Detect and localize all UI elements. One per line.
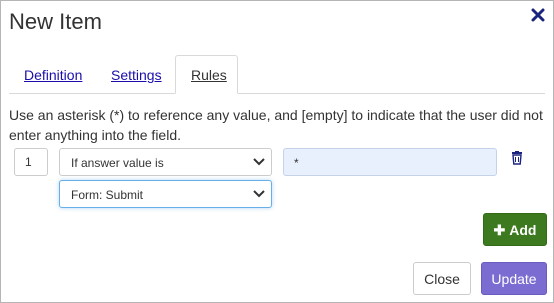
condition-select[interactable]: If answer value is <box>59 148 272 176</box>
rule-order-input[interactable]: 1 <box>14 148 48 176</box>
dialog-title: New Item <box>9 9 102 34</box>
tab-rules[interactable]: Rules <box>175 55 238 94</box>
trash-icon[interactable] <box>511 151 523 165</box>
chevron-down-icon <box>253 190 265 198</box>
answer-value-input[interactable]: * <box>283 148 497 176</box>
condition-select-value: If answer value is <box>71 156 164 170</box>
chevron-down-icon <box>253 158 265 166</box>
new-item-dialog: New Item Definition Settings Rules Use a… <box>0 0 554 303</box>
action-select-value: Form: Submit <box>71 188 144 202</box>
tab-rules-label: Rules <box>191 67 227 83</box>
add-rule-label: Add <box>509 222 537 238</box>
add-rule-button[interactable]: ✚ Add <box>483 213 547 246</box>
update-button[interactable]: Update <box>481 262 547 295</box>
rules-description: Use an asterisk (*) to reference any val… <box>9 107 543 143</box>
close-icon[interactable] <box>530 7 546 23</box>
tabs-divider <box>9 93 545 94</box>
action-select[interactable]: Form: Submit <box>59 180 272 208</box>
tab-settings[interactable]: Settings <box>111 67 162 83</box>
tab-definition[interactable]: Definition <box>24 67 82 83</box>
close-button[interactable]: Close <box>413 262 471 295</box>
plus-icon: ✚ <box>493 222 506 238</box>
